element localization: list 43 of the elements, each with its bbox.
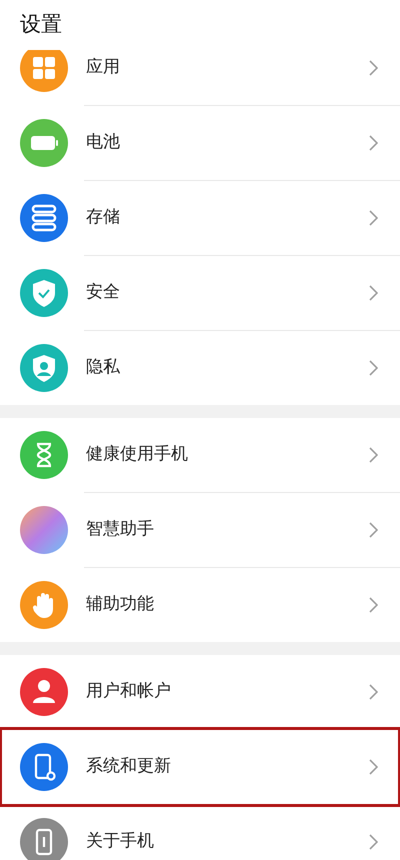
settings-item[interactable]: 应用	[2, 50, 398, 105]
phone-gear-icon	[20, 743, 68, 791]
chevron-icon	[369, 285, 378, 301]
chevron-icon	[369, 684, 378, 700]
item-label: 系统和更新	[86, 755, 172, 778]
settings-item[interactable]: 关于手机	[2, 805, 398, 860]
page-title: 设置	[20, 11, 62, 38]
settings-item[interactable]: 辅助功能	[2, 568, 398, 642]
chevron-icon	[369, 360, 378, 376]
shield-icon	[20, 269, 68, 317]
item-label: 存储	[86, 206, 121, 230]
person-icon	[20, 668, 68, 716]
settings-item[interactable]: 安全	[2, 256, 398, 330]
storage-icon	[20, 194, 68, 242]
settings-item[interactable]: 健康使用手机	[2, 418, 398, 492]
chevron-icon	[369, 597, 378, 613]
item-label: 健康使用手机	[86, 443, 189, 466]
gradient-orb-icon	[20, 506, 68, 554]
chevron-icon	[369, 210, 378, 226]
settings-item[interactable]: 智慧助手	[2, 493, 398, 567]
settings-item[interactable]: 系统和更新	[2, 730, 398, 804]
chevron-icon	[369, 522, 378, 538]
shield-person-icon	[20, 344, 68, 392]
chevron-icon	[369, 759, 378, 775]
settings-item[interactable]: 用户和帐户	[2, 655, 398, 729]
chevron-icon	[369, 834, 378, 850]
settings-item[interactable]: 隐私	[2, 331, 398, 405]
chevron-icon	[369, 60, 378, 76]
item-label: 智慧助手	[86, 518, 155, 542]
settings-item[interactable]: 电池	[2, 106, 398, 180]
item-label: 隐私	[86, 356, 121, 380]
settings-item[interactable]: 存储	[2, 181, 398, 255]
item-label: 关于手机	[86, 830, 155, 854]
hourglass-icon	[20, 431, 68, 479]
item-label: 安全	[86, 281, 121, 304]
chevron-icon	[369, 447, 378, 463]
item-label: 应用	[86, 56, 121, 80]
battery-icon	[20, 119, 68, 167]
hand-icon	[20, 581, 68, 629]
item-label: 用户和帐户	[86, 680, 172, 704]
item-label: 电池	[86, 131, 121, 154]
item-label: 辅助功能	[86, 593, 155, 616]
chevron-icon	[369, 135, 378, 151]
